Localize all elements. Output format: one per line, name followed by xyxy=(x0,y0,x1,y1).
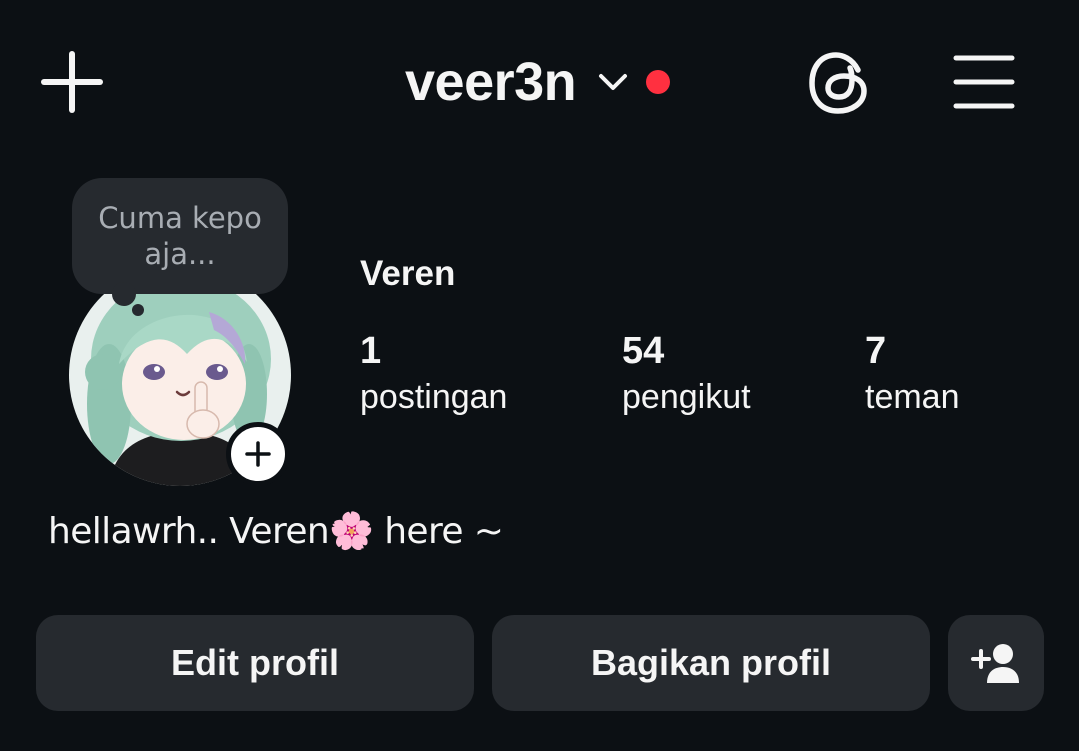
friends-count: 7 xyxy=(865,330,887,372)
share-profile-button[interactable]: Bagikan profil xyxy=(492,615,930,711)
display-name: Veren xyxy=(360,254,456,293)
note-bubble-tail xyxy=(112,282,136,306)
posts-count: 1 xyxy=(360,330,382,372)
menu-button[interactable] xyxy=(950,52,1018,112)
friends-label: teman xyxy=(865,378,960,416)
note-bubble[interactable]: Cuma kepo aja... xyxy=(72,178,288,294)
account-switcher[interactable]: veer3n xyxy=(405,46,671,118)
add-story-button[interactable] xyxy=(226,422,290,486)
edit-profile-label: Edit profil xyxy=(171,642,339,683)
edit-profile-button[interactable]: Edit profil xyxy=(36,615,474,711)
notification-dot xyxy=(646,70,671,94)
plus-icon xyxy=(245,441,271,467)
posts-label: postingan xyxy=(360,378,508,416)
share-profile-label: Bagikan profil xyxy=(590,642,832,683)
stat-followers[interactable]: 54 pengikut xyxy=(622,328,751,420)
note-text: Cuma kepo aja... xyxy=(98,201,262,271)
followers-label: pengikut xyxy=(622,378,751,416)
add-user-button[interactable] xyxy=(948,615,1044,711)
note-bubble-tail-small xyxy=(132,304,144,316)
username: veer3n xyxy=(405,52,577,112)
stat-posts[interactable]: 1 postingan xyxy=(360,328,507,420)
chevron-down-icon xyxy=(599,74,628,90)
followers-count: 54 xyxy=(622,330,665,372)
threads-button[interactable] xyxy=(806,50,872,116)
new-post-button[interactable] xyxy=(38,48,106,116)
stat-friends[interactable]: 7 teman xyxy=(865,328,960,420)
threads-icon xyxy=(809,52,867,114)
hamburger-menu-icon xyxy=(953,55,1015,109)
bio: hellawrh.. Veren🌸 here ~ xyxy=(48,511,504,552)
add-user-icon xyxy=(971,644,1019,683)
plus-icon xyxy=(41,51,103,113)
